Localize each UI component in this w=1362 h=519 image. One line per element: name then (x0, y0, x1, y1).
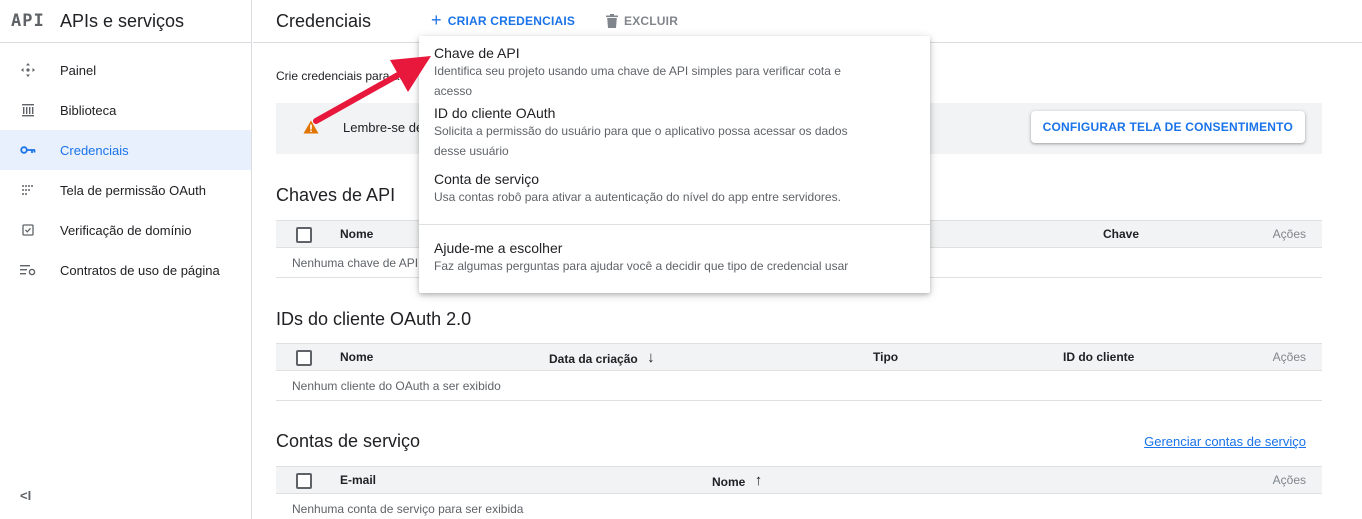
select-all-checkbox[interactable] (296, 473, 312, 489)
service-accounts-empty-row: Nenhuma conta de serviço para ser exibid… (276, 495, 1322, 519)
column-email[interactable]: E-mail (340, 473, 376, 487)
column-client-id[interactable]: ID do cliente (1063, 350, 1134, 364)
service-accounts-title: Contas de serviço (276, 431, 421, 451)
dashboard-icon (20, 62, 36, 78)
column-type[interactable]: Tipo (873, 350, 898, 364)
domain-check-icon (20, 222, 36, 238)
column-name[interactable]: Nome (340, 350, 373, 364)
menu-item-service-account[interactable]: Conta de serviço Usa contas robô para at… (434, 171, 915, 207)
sidebar-item-label: Painel (60, 62, 97, 78)
sidebar-item-painel[interactable]: Painel (0, 50, 251, 90)
create-credentials-label: CRIAR CREDENCIAIS (447, 14, 576, 28)
banner-text: Lembre-se de (343, 120, 424, 135)
sidebar-item-verificacao-dominio[interactable]: Verificação de domínio (0, 210, 251, 250)
create-credentials-button[interactable]: + CRIAR CREDENCIAIS (431, 9, 575, 33)
library-icon (20, 102, 36, 118)
menu-item-api-key[interactable]: Chave de API Identifica seu projeto usan… (434, 45, 915, 101)
column-name-label: Nome (712, 475, 746, 489)
oauth-title: IDs do cliente OAuth 2.0 (276, 309, 472, 329)
menu-item-description: Identifica seu projeto usando uma chave … (434, 64, 841, 78)
column-actions: Ações (1272, 350, 1306, 364)
menu-item-description-cont: desse usuário (434, 144, 509, 158)
menu-item-description-cont: acesso (434, 84, 473, 98)
delete-label: EXCLUIR (624, 14, 679, 28)
sidebar-item-label: Biblioteca (60, 102, 117, 118)
menu-item-help-me-choose[interactable]: Ajude-me a escolher Faz algumas pergunta… (434, 240, 915, 276)
menu-item-title: Chave de API (434, 45, 520, 61)
column-actions: Ações (1272, 227, 1306, 241)
sidebar-nav: Painel Biblioteca Credenciais Tela de pe… (0, 43, 251, 290)
menu-item-title: Ajude-me a escolher (434, 240, 563, 256)
delete-button[interactable]: EXCLUIR (606, 9, 678, 33)
column-created[interactable]: Data da criação ↓ (549, 349, 655, 367)
oauth-table-header: Nome Data da criação ↓ Tipo ID do client… (276, 343, 1322, 371)
api-keys-title: Chaves de API (276, 185, 396, 205)
menu-item-oauth-client-id[interactable]: ID do cliente OAuth Solicita a permissão… (434, 105, 915, 161)
sidebar-item-label: Contratos de uso de página (60, 262, 220, 278)
sidebar-title: APIs e serviços (60, 10, 185, 31)
sidebar-header: API APIs e serviços (0, 0, 251, 43)
warning-icon (303, 120, 319, 139)
sidebar-item-tela-permissao-oauth[interactable]: Tela de permissão OAuth (0, 170, 251, 210)
collapse-sidebar-button[interactable]: <I (20, 488, 31, 503)
menu-item-title: Conta de serviço (434, 171, 540, 187)
menu-item-title: ID do cliente OAuth (434, 105, 556, 121)
column-created-label: Data da criação (549, 352, 638, 366)
sidebar-item-label: Verificação de domínio (60, 222, 192, 238)
service-accounts-table-header: E-mail Nome ↑ Ações (276, 466, 1322, 494)
column-name[interactable]: Nome ↑ (712, 472, 763, 490)
manage-service-accounts-link[interactable]: Gerenciar contas de serviço (1144, 434, 1306, 449)
arrow-up-icon: ↑ (754, 472, 763, 489)
column-key[interactable]: Chave (1103, 227, 1139, 241)
select-all-checkbox[interactable] (296, 227, 312, 243)
key-icon (20, 142, 36, 158)
page-title: Credenciais (276, 10, 372, 31)
oauth-empty-row: Nenhum cliente do OAuth a ser exibido (276, 372, 1322, 401)
sidebar-item-biblioteca[interactable]: Biblioteca (0, 90, 251, 130)
select-all-checkbox[interactable] (296, 350, 312, 366)
oauth-consent-icon (20, 182, 36, 198)
api-logo: API (11, 11, 45, 31)
menu-item-description: Solicita a permissão do usuário para que… (434, 124, 848, 138)
column-actions: Ações (1272, 473, 1306, 487)
plus-icon: + (431, 9, 442, 30)
sidebar-item-label: Tela de permissão OAuth (60, 182, 206, 198)
menu-divider (419, 224, 930, 225)
sidebar-item-label: Credenciais (60, 142, 129, 158)
page-agreements-icon (20, 262, 36, 278)
intro-text: Crie credenciais para ace (276, 69, 413, 83)
column-name[interactable]: Nome (340, 227, 373, 241)
menu-item-description: Usa contas robô para ativar a autenticaç… (434, 190, 841, 204)
sidebar: API APIs e serviços Painel Biblioteca Cr… (0, 0, 252, 519)
create-credentials-menu: Chave de API Identifica seu projeto usan… (419, 36, 930, 293)
configure-consent-button[interactable]: CONFIGURAR TELA DE CONSENTIMENTO (1030, 111, 1305, 143)
sidebar-item-credenciais[interactable]: Credenciais (0, 130, 251, 170)
arrow-down-icon: ↓ (647, 349, 655, 366)
sidebar-item-contratos-uso[interactable]: Contratos de uso de página (0, 250, 251, 290)
trash-icon (606, 14, 618, 28)
menu-item-description: Faz algumas perguntas para ajudar você a… (434, 259, 849, 273)
